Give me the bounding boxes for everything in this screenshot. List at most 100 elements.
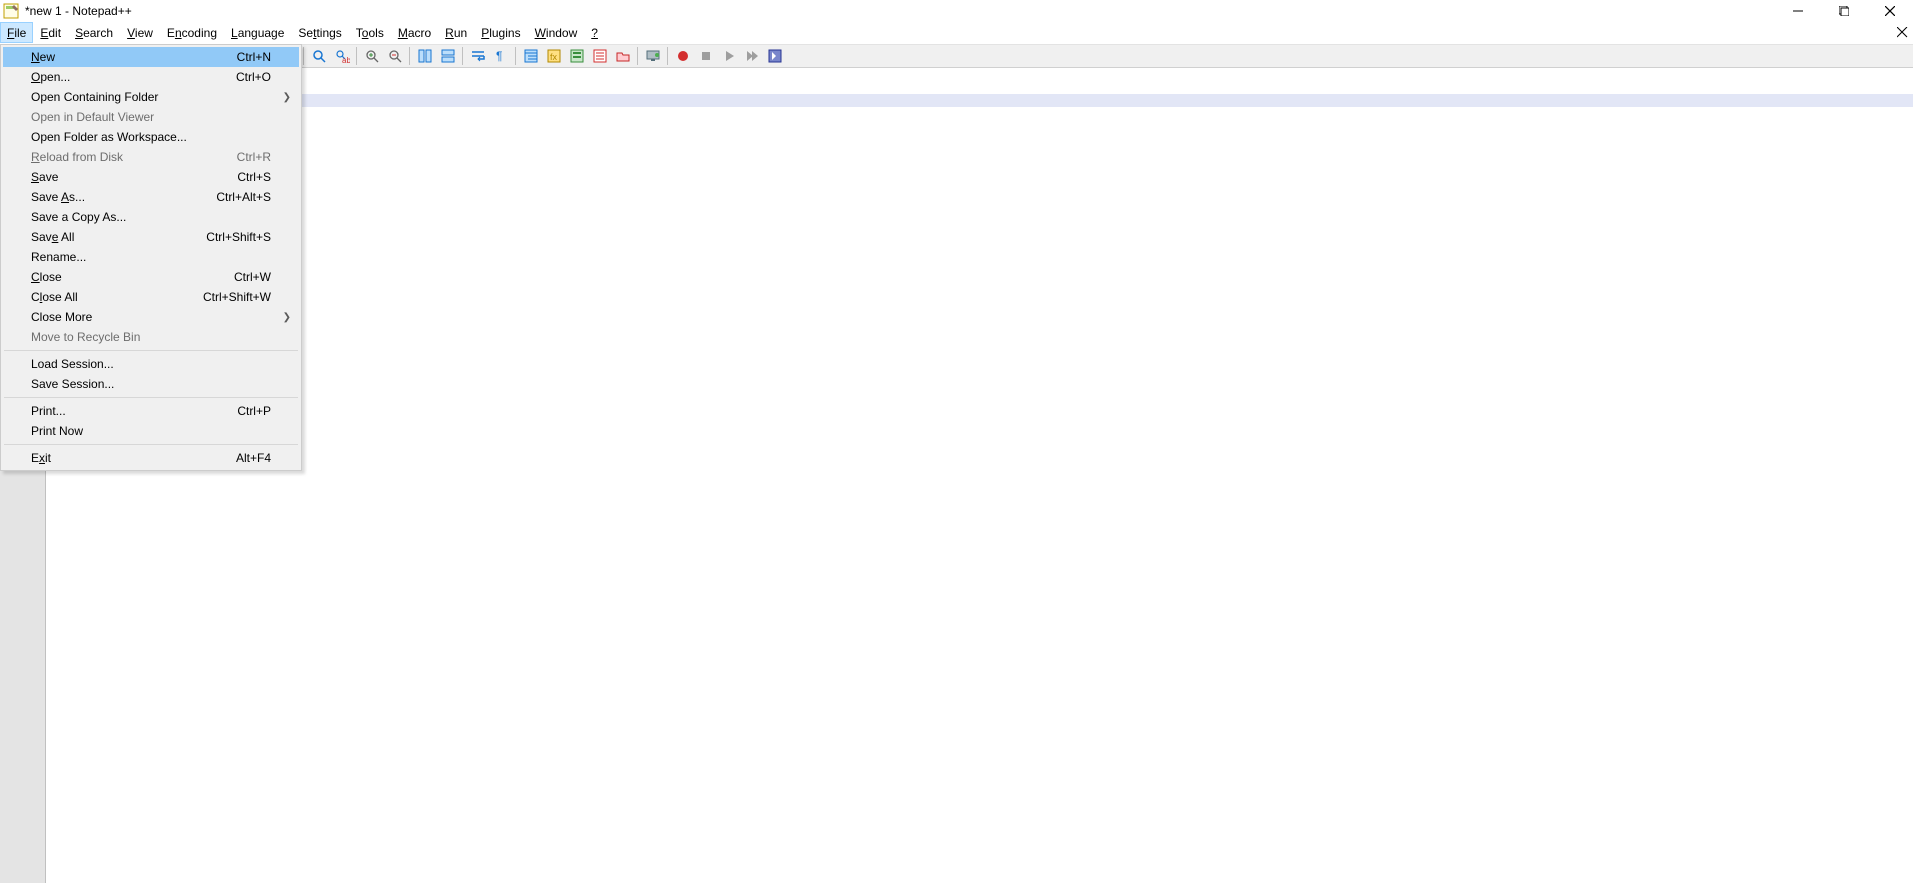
file-menu-reload-from-disk: Reload from Disk Ctrl+R bbox=[3, 147, 299, 167]
menu-item-shortcut: Ctrl+S bbox=[217, 170, 271, 184]
play-icon[interactable] bbox=[717, 45, 740, 67]
file-menu-new[interactable]: New Ctrl+N bbox=[3, 47, 299, 67]
menu-edit[interactable]: Edit bbox=[33, 22, 68, 43]
titlebar: *new 1 - Notepad++ bbox=[0, 0, 1913, 22]
file-menu-open-folder-as-workspace[interactable]: Open Folder as Workspace... bbox=[3, 127, 299, 147]
window-controls bbox=[1775, 0, 1913, 22]
submenu-arrow-icon: ❯ bbox=[283, 312, 291, 323]
file-menu-dropdown: NewCtrl+NOpen...Ctrl+OOpen Containing Fo… bbox=[0, 44, 302, 471]
sync-h-icon[interactable] bbox=[436, 45, 459, 67]
file-menu-close[interactable]: CloseCtrl+W bbox=[3, 267, 299, 287]
menu-view[interactable]: View bbox=[120, 22, 160, 43]
menu-item-shortcut: Ctrl+N bbox=[217, 50, 271, 64]
menu-edit-label: Edit bbox=[40, 26, 61, 40]
save-macro-icon[interactable] bbox=[763, 45, 786, 67]
menu-window[interactable]: Window bbox=[528, 22, 585, 43]
file-menu-open-in-default-viewer: Open in Default Viewer bbox=[3, 107, 299, 127]
menubar: File Edit Search View Encoding Language … bbox=[0, 22, 1913, 44]
menu-separator bbox=[4, 397, 298, 398]
menu-window-label: Window bbox=[535, 26, 578, 40]
wordwrap-icon[interactable] bbox=[466, 45, 489, 67]
menu-language[interactable]: Language bbox=[224, 22, 291, 43]
find-icon[interactable] bbox=[307, 45, 330, 67]
file-menu-save-all[interactable]: Save AllCtrl+Shift+S bbox=[3, 227, 299, 247]
menu-run[interactable]: Run bbox=[438, 22, 474, 43]
file-menu-close-more[interactable]: Close More❯ bbox=[3, 307, 299, 327]
toolbar-separator bbox=[356, 47, 357, 65]
play-multi-icon[interactable] bbox=[740, 45, 763, 67]
menu-item-label: Close bbox=[31, 270, 62, 284]
menu-tools-label: Tools bbox=[356, 26, 384, 40]
file-menu-rename[interactable]: Rename... bbox=[3, 247, 299, 267]
file-menu-save-a-copy-as[interactable]: Save a Copy As... bbox=[3, 207, 299, 227]
menu-file-label: File bbox=[7, 26, 26, 40]
lang-icon[interactable]: fx bbox=[542, 45, 565, 67]
menu-item-shortcut: Ctrl+Shift+W bbox=[183, 290, 271, 304]
menu-item-label: Load Session... bbox=[31, 357, 114, 371]
minimize-button[interactable] bbox=[1775, 0, 1821, 22]
zoom-in-icon[interactable] bbox=[360, 45, 383, 67]
toolbar-separator bbox=[462, 47, 463, 65]
menu-encoding[interactable]: Encoding bbox=[160, 22, 224, 43]
toolbar-separator bbox=[637, 47, 638, 65]
menu-item-label: Open in Default Viewer bbox=[31, 110, 154, 124]
zoom-out-icon[interactable] bbox=[383, 45, 406, 67]
menu-help[interactable]: ? bbox=[584, 22, 605, 43]
indent-guide-icon[interactable] bbox=[519, 45, 542, 67]
file-menu-print-now[interactable]: Print Now bbox=[3, 421, 299, 441]
file-menu-close-all[interactable]: Close AllCtrl+Shift+W bbox=[3, 287, 299, 307]
menu-item-shortcut: Ctrl+Alt+S bbox=[196, 190, 271, 204]
stop-icon[interactable] bbox=[694, 45, 717, 67]
menu-help-label: ? bbox=[591, 26, 598, 40]
svg-text:fx: fx bbox=[550, 52, 558, 62]
sync-v-icon[interactable] bbox=[413, 45, 436, 67]
menu-settings[interactable]: Settings bbox=[291, 22, 348, 43]
menu-macro[interactable]: Macro bbox=[391, 22, 438, 43]
menu-item-label: Open Containing Folder bbox=[31, 90, 158, 104]
svg-text:ab: ab bbox=[342, 56, 350, 64]
replace-icon[interactable]: ab bbox=[330, 45, 353, 67]
menu-item-label: Exit bbox=[31, 451, 51, 465]
menu-item-shortcut: Ctrl+P bbox=[217, 404, 271, 418]
menu-item-label: New bbox=[31, 50, 55, 64]
menu-file[interactable]: File bbox=[0, 22, 33, 43]
record-icon[interactable] bbox=[671, 45, 694, 67]
file-menu-open[interactable]: Open...Ctrl+O bbox=[3, 67, 299, 87]
menu-item-shortcut: Ctrl+O bbox=[216, 70, 271, 84]
file-menu-save-session[interactable]: Save Session... bbox=[3, 374, 299, 394]
toolbar-separator bbox=[409, 47, 410, 65]
menu-item-shortcut: Ctrl+Shift+S bbox=[186, 230, 271, 244]
file-menu-exit[interactable]: Exit Alt+F4 bbox=[3, 448, 299, 468]
monitor-icon[interactable] bbox=[641, 45, 664, 67]
menu-separator bbox=[4, 444, 298, 445]
menu-item-shortcut: Ctrl+R bbox=[217, 150, 271, 164]
folder-icon[interactable] bbox=[611, 45, 634, 67]
close-window-button[interactable] bbox=[1867, 0, 1913, 22]
file-menu-load-session[interactable]: Load Session... bbox=[3, 354, 299, 374]
close-document-button[interactable] bbox=[1891, 22, 1913, 43]
func-list-icon[interactable] bbox=[588, 45, 611, 67]
window-title: *new 1 - Notepad++ bbox=[25, 4, 132, 18]
menu-item-label: Rename... bbox=[31, 250, 86, 264]
app-icon bbox=[3, 3, 19, 19]
menu-plugins[interactable]: Plugins bbox=[474, 22, 527, 43]
submenu-arrow-icon: ❯ bbox=[283, 92, 291, 103]
file-menu-open-containing-folder[interactable]: Open Containing Folder ❯ bbox=[3, 87, 299, 107]
doc-map-icon[interactable] bbox=[565, 45, 588, 67]
menu-separator bbox=[4, 350, 298, 351]
file-menu-save-as[interactable]: Save As...Ctrl+Alt+S bbox=[3, 187, 299, 207]
text-editor[interactable] bbox=[46, 107, 1913, 883]
menu-tools[interactable]: Tools bbox=[349, 22, 391, 43]
file-menu-print[interactable]: Print... Ctrl+P bbox=[3, 401, 299, 421]
show-all-chars-icon[interactable]: ¶ bbox=[489, 45, 512, 67]
menu-item-shortcut: Alt+F4 bbox=[216, 451, 271, 465]
maximize-button[interactable] bbox=[1821, 0, 1867, 22]
file-menu-save[interactable]: SaveCtrl+S bbox=[3, 167, 299, 187]
menu-item-label: Open Folder as Workspace... bbox=[31, 130, 187, 144]
menu-search[interactable]: Search bbox=[68, 22, 120, 43]
menu-item-label: Print... bbox=[31, 404, 66, 418]
menu-language-label: Language bbox=[231, 26, 284, 40]
svg-text:¶: ¶ bbox=[496, 49, 502, 63]
menu-item-label: Save Session... bbox=[31, 377, 114, 391]
menu-item-label: Reload from Disk bbox=[31, 150, 123, 164]
